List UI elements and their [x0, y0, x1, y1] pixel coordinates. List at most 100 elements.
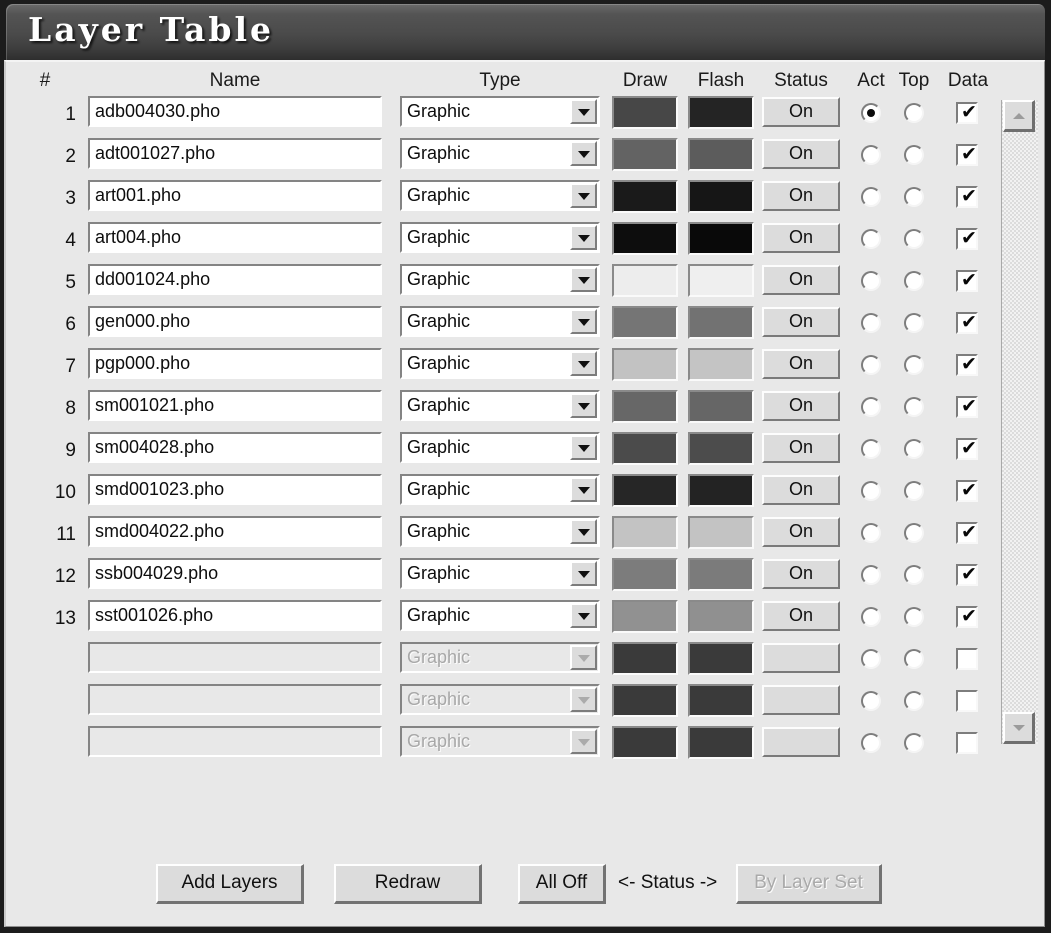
draw-color-swatch[interactable] — [612, 390, 678, 423]
layer-type-select[interactable]: Graphic — [400, 516, 600, 547]
top-radio[interactable] — [904, 733, 924, 753]
flash-color-swatch[interactable] — [688, 222, 754, 255]
data-checkbox[interactable]: ✔ — [956, 144, 978, 166]
chevron-down-icon[interactable] — [570, 603, 597, 628]
act-radio[interactable] — [861, 439, 881, 459]
act-radio[interactable] — [861, 565, 881, 585]
status-toggle-button[interactable]: On — [762, 223, 840, 253]
chevron-down-icon[interactable] — [570, 435, 597, 460]
top-radio[interactable] — [904, 439, 924, 459]
status-toggle-button[interactable]: On — [762, 307, 840, 337]
draw-color-swatch[interactable] — [612, 600, 678, 633]
flash-color-swatch[interactable] — [688, 558, 754, 591]
scroll-up-button[interactable] — [1003, 100, 1035, 132]
layer-type-select[interactable]: Graphic — [400, 264, 600, 295]
draw-color-swatch[interactable] — [612, 726, 678, 759]
top-radio[interactable] — [904, 397, 924, 417]
redraw-button[interactable]: Redraw — [334, 864, 482, 904]
chevron-down-icon[interactable] — [570, 477, 597, 502]
act-radio[interactable] — [861, 691, 881, 711]
layer-type-select[interactable]: Graphic — [400, 726, 600, 757]
data-checkbox[interactable] — [956, 732, 978, 754]
scroll-down-button[interactable] — [1003, 712, 1035, 744]
status-toggle-button[interactable] — [762, 727, 840, 757]
layer-name-input[interactable]: smd004022.pho — [88, 516, 382, 547]
layer-name-input[interactable]: ssb004029.pho — [88, 558, 382, 589]
layer-type-select[interactable]: Graphic — [400, 306, 600, 337]
layer-name-input[interactable]: adt001027.pho — [88, 138, 382, 169]
draw-color-swatch[interactable] — [612, 96, 678, 129]
chevron-down-icon[interactable] — [570, 519, 597, 544]
layer-name-input[interactable] — [88, 684, 382, 715]
act-radio[interactable] — [861, 607, 881, 627]
layer-name-input[interactable]: smd001023.pho — [88, 474, 382, 505]
layer-type-select[interactable]: Graphic — [400, 390, 600, 421]
data-checkbox[interactable]: ✔ — [956, 270, 978, 292]
cancel-button[interactable]: Cancel — [548, 926, 724, 927]
status-toggle-button[interactable]: On — [762, 475, 840, 505]
act-radio[interactable] — [861, 103, 881, 123]
draw-color-swatch[interactable] — [612, 558, 678, 591]
top-radio[interactable] — [904, 355, 924, 375]
flash-color-swatch[interactable] — [688, 180, 754, 213]
top-radio[interactable] — [904, 271, 924, 291]
top-radio[interactable] — [904, 103, 924, 123]
act-radio[interactable] — [861, 355, 881, 375]
by-layer-set-button[interactable]: By Layer Set — [736, 864, 882, 904]
top-radio[interactable] — [904, 481, 924, 501]
layer-name-input[interactable]: sm001021.pho — [88, 390, 382, 421]
data-checkbox[interactable]: ✔ — [956, 606, 978, 628]
act-radio[interactable] — [861, 271, 881, 291]
flash-color-swatch[interactable] — [688, 684, 754, 717]
data-checkbox[interactable]: ✔ — [956, 102, 978, 124]
flash-color-swatch[interactable] — [688, 264, 754, 297]
status-toggle-button[interactable]: On — [762, 433, 840, 463]
flash-color-swatch[interactable] — [688, 138, 754, 171]
top-radio[interactable] — [904, 313, 924, 333]
data-checkbox[interactable]: ✔ — [956, 312, 978, 334]
all-off-button[interactable]: All Off — [518, 864, 606, 904]
status-toggle-button[interactable] — [762, 685, 840, 715]
layer-name-input[interactable]: adb004030.pho — [88, 96, 382, 127]
flash-color-swatch[interactable] — [688, 306, 754, 339]
chevron-down-icon[interactable] — [570, 99, 597, 124]
layer-name-input[interactable]: pgp000.pho — [88, 348, 382, 379]
layer-type-select[interactable]: Graphic — [400, 474, 600, 505]
act-radio[interactable] — [861, 481, 881, 501]
layer-name-input[interactable]: sst001026.pho — [88, 600, 382, 631]
layer-type-select[interactable]: Graphic — [400, 684, 600, 715]
top-radio[interactable] — [904, 145, 924, 165]
act-radio[interactable] — [861, 313, 881, 333]
data-checkbox[interactable]: ✔ — [956, 354, 978, 376]
status-toggle-button[interactable]: On — [762, 97, 840, 127]
status-toggle-button[interactable]: On — [762, 349, 840, 379]
draw-color-swatch[interactable] — [612, 642, 678, 675]
layer-list-scrollbar[interactable] — [1001, 100, 1038, 744]
layer-name-input[interactable] — [88, 642, 382, 673]
data-checkbox[interactable]: ✔ — [956, 228, 978, 250]
layer-type-select[interactable]: Graphic — [400, 180, 600, 211]
data-checkbox[interactable]: ✔ — [956, 438, 978, 460]
top-radio[interactable] — [904, 229, 924, 249]
act-radio[interactable] — [861, 187, 881, 207]
draw-color-swatch[interactable] — [612, 516, 678, 549]
data-checkbox[interactable]: ✔ — [956, 396, 978, 418]
status-toggle-button[interactable]: On — [762, 139, 840, 169]
flash-color-swatch[interactable] — [688, 96, 754, 129]
draw-color-swatch[interactable] — [612, 264, 678, 297]
data-checkbox[interactable] — [956, 690, 978, 712]
chevron-down-icon[interactable] — [570, 183, 597, 208]
top-radio[interactable] — [904, 607, 924, 627]
draw-color-swatch[interactable] — [612, 474, 678, 507]
chevron-down-icon[interactable] — [570, 267, 597, 292]
layer-type-select[interactable]: Graphic — [400, 558, 600, 589]
draw-color-swatch[interactable] — [612, 432, 678, 465]
ok-button[interactable]: OK — [248, 926, 424, 927]
layer-type-select[interactable]: Graphic — [400, 96, 600, 127]
layer-name-input[interactable]: art004.pho — [88, 222, 382, 253]
draw-color-swatch[interactable] — [612, 138, 678, 171]
data-checkbox[interactable]: ✔ — [956, 564, 978, 586]
flash-color-swatch[interactable] — [688, 390, 754, 423]
act-radio[interactable] — [861, 649, 881, 669]
status-toggle-button[interactable]: On — [762, 265, 840, 295]
